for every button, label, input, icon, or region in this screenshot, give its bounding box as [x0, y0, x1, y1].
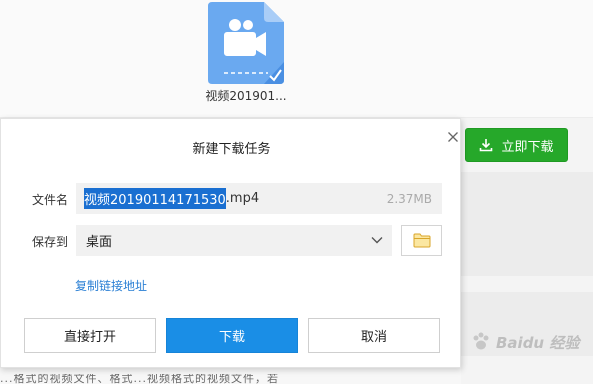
- saveto-dropdown[interactable]: 桌面: [76, 225, 392, 256]
- copy-link-address[interactable]: 复制链接地址: [75, 277, 147, 294]
- watermark-text: Baidu 经验: [496, 333, 580, 352]
- dialog-title: 新建下载任务: [192, 142, 271, 157]
- video-file-icon[interactable]: [208, 2, 284, 84]
- cancel-button[interactable]: 取消: [308, 318, 440, 353]
- filename-extension: .mp4: [225, 191, 260, 206]
- file-size: 2.37MB: [386, 191, 432, 206]
- folder-icon: [413, 233, 430, 248]
- browse-folder-button[interactable]: [401, 225, 442, 256]
- open-directly-button[interactable]: 直接打开: [24, 318, 156, 353]
- paw-icon: [473, 332, 489, 350]
- filename-field[interactable]: 视频20190114171530 .mp4 2.37MB: [76, 183, 442, 214]
- filename-selected-text: 视频20190114171530: [84, 188, 226, 209]
- close-icon[interactable]: [445, 129, 461, 145]
- chevron-down-icon: [371, 237, 383, 244]
- download-icon: [480, 139, 493, 152]
- saveto-value: 桌面: [86, 235, 113, 250]
- background-text: ...格式的视频文件、格式...视频格式的视频文件，若: [0, 374, 279, 384]
- watermark: Baidu 经验: [470, 322, 590, 362]
- download-now-label: 立即下载: [501, 139, 554, 155]
- background-panel: [461, 172, 593, 276]
- page-header-area: [0, 0, 593, 118]
- file-name-label: 视频201901...: [205, 89, 287, 103]
- saveto-label: 保存到: [32, 235, 69, 249]
- new-download-dialog: 新建下载任务 文件名 视频20190114171530 .mp4 2.37MB …: [0, 118, 461, 368]
- filename-label: 文件名: [32, 193, 69, 207]
- download-now-button[interactable]: 立即下载: [465, 128, 568, 162]
- download-button[interactable]: 下载: [166, 318, 298, 353]
